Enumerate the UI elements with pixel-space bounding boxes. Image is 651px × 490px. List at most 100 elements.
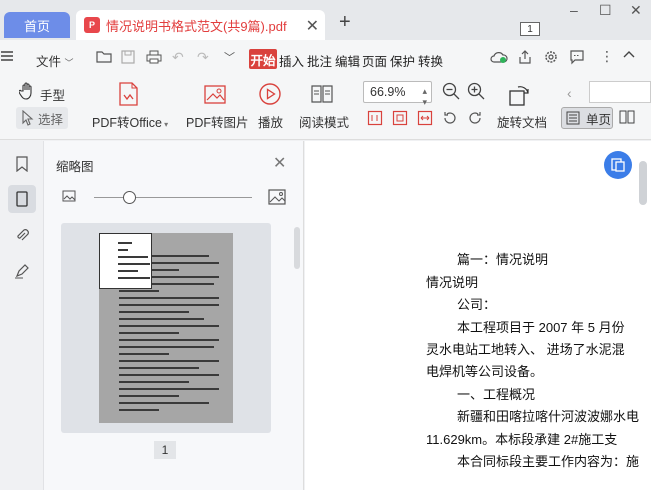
zoom-out-icon[interactable] — [442, 82, 460, 103]
more-options-icon[interactable]: ⋮ — [600, 48, 614, 65]
zoom-value: 66.9% — [370, 85, 406, 99]
doc-line: 灵水电站工地转入、 进场了水泥混 — [426, 342, 625, 357]
side-icon-strip — [0, 141, 44, 490]
actual-size-icon[interactable] — [367, 110, 383, 129]
pdf-to-image-button[interactable]: PDF转图片 — [186, 112, 249, 131]
rotate-left-icon[interactable] — [442, 110, 458, 129]
hamburger-menu-icon[interactable] — [0, 49, 14, 66]
zoom-select[interactable]: 66.9% ▴ ▾ — [363, 81, 432, 107]
hand-tool-icon — [18, 82, 35, 103]
thumbnail-viewport-indicator[interactable] — [99, 233, 152, 289]
thumbnail-panel-title: 缩略图 — [56, 160, 94, 174]
redo-icon[interactable]: ↷ — [197, 49, 209, 66]
doc-line: 情况说明 — [426, 275, 479, 290]
menu-file[interactable]: 文件 ﹀ — [36, 51, 74, 70]
tab-home[interactable]: 首页 — [4, 12, 70, 38]
large-image-icon[interactable] — [268, 189, 286, 208]
new-tab-icon[interactable]: + — [339, 12, 351, 32]
single-page-label: 单页 — [586, 112, 612, 127]
menu-tab-comment[interactable]: 批注 — [307, 51, 332, 70]
menu-tab-start-label: 开始 — [250, 53, 276, 68]
play-icon — [258, 82, 282, 109]
menu-file-label: 文件 — [36, 55, 62, 69]
comment-icon[interactable] — [569, 49, 585, 68]
pdf-to-office-label: PDF转Office — [92, 116, 162, 130]
settings-gear-icon[interactable] — [543, 49, 559, 68]
small-image-icon[interactable] — [62, 190, 76, 205]
menu-tab-insert[interactable]: 插入 — [279, 51, 304, 70]
rotate-right-icon[interactable] — [467, 110, 483, 129]
maximize-icon[interactable]: ☐ — [599, 2, 612, 19]
tab-close-icon[interactable]: ✕ — [306, 16, 319, 36]
search-input[interactable] — [589, 81, 651, 103]
single-page-icon — [566, 111, 580, 125]
doc-line: 一、工程概况 — [457, 387, 536, 402]
tab-document[interactable]: P 情况说明书格式范文(共9篇).pdf ✕ — [76, 10, 325, 40]
undo-icon[interactable]: ↶ — [172, 49, 184, 66]
thumbnail-panel-icon[interactable] — [8, 185, 36, 213]
chevron-left-icon[interactable]: ‹ — [567, 85, 572, 101]
pdf-to-image-icon — [202, 81, 228, 110]
doc-line: 11.629km。本标段承建 2#施工支 — [426, 432, 618, 447]
collapse-ribbon-icon[interactable] — [622, 47, 636, 64]
attachment-icon[interactable] — [8, 221, 36, 249]
doc-line: 新疆和田喀拉喀什河波波娜水电 — [457, 409, 640, 424]
doc-line: 电焊机等公司设备。 — [426, 364, 544, 379]
tab-home-label: 首页 — [23, 18, 50, 34]
window-count-badge[interactable]: 1 — [520, 22, 540, 36]
fit-width-icon[interactable] — [417, 110, 433, 129]
minimize-icon[interactable]: – — [570, 2, 578, 18]
read-mode-button[interactable]: 阅读模式 — [299, 112, 349, 131]
bookmark-icon[interactable] — [8, 150, 36, 178]
menu-tab-edit[interactable]: 编辑 — [335, 51, 360, 70]
pdf-to-office-button[interactable]: PDF转Office ▾ — [92, 112, 168, 131]
zoom-in-icon[interactable] — [467, 82, 485, 103]
slider-handle[interactable] — [123, 191, 137, 204]
play-button[interactable]: 播放 — [258, 112, 283, 131]
tab-bar: 首页 P 情况说明书格式范文(共9篇).pdf ✕ + 1 – ☐ ✕ — [0, 0, 651, 40]
page-thumbnail[interactable] — [61, 223, 271, 433]
hand-tool-button[interactable]: 手型 — [40, 85, 65, 104]
close-icon[interactable]: ✕ — [273, 153, 286, 173]
thumbnail-size-slider[interactable] — [94, 197, 252, 198]
menu-tab-page[interactable]: 页面 — [362, 51, 387, 70]
pdf-file-icon: P — [84, 17, 100, 33]
signature-icon[interactable] — [8, 257, 36, 285]
save-icon[interactable] — [121, 50, 135, 67]
read-mode-icon — [310, 83, 334, 108]
cursor-icon — [22, 110, 34, 126]
thumbnail-page-image — [99, 233, 233, 423]
document-tool-icon — [611, 158, 625, 172]
single-page-button[interactable]: 单页 — [561, 107, 613, 129]
menu-tab-start[interactable]: 开始 — [249, 49, 277, 69]
print-icon[interactable] — [146, 50, 162, 67]
document-view[interactable]: 篇一：情况说明 情况说明 公司： 本工程项目于 2007 年 5 月份 灵水电站… — [305, 141, 651, 490]
fit-page-icon[interactable] — [392, 110, 408, 129]
select-tool-label: 选择 — [38, 112, 64, 127]
doc-line: 本工程项目于 2007 年 5 月份 — [457, 320, 625, 335]
thumbnail-scrollbar[interactable] — [294, 227, 300, 269]
open-folder-icon[interactable] — [96, 50, 112, 67]
thumbnail-panel: 缩略图 ✕ 1 — [44, 141, 304, 490]
cloud-sync-icon[interactable] — [490, 50, 508, 67]
doc-line: 本合同标段主要工作内容为：施 — [457, 454, 640, 469]
select-tool-button[interactable]: 选择 — [16, 107, 68, 129]
rotate-document-icon — [507, 83, 533, 110]
doc-line: 公司： — [457, 297, 497, 312]
two-page-icon[interactable] — [619, 109, 635, 128]
menu-tab-convert[interactable]: 转换 — [418, 51, 443, 70]
translate-float-button[interactable] — [604, 151, 632, 179]
close-window-icon[interactable]: ✕ — [630, 2, 642, 19]
document-scrollbar[interactable] — [639, 161, 647, 205]
chevron-down-icon: ▴ ▾ — [422, 86, 427, 107]
page-number-label: 1 — [154, 441, 176, 459]
share-icon[interactable] — [517, 49, 533, 68]
page-number: 1 — [161, 443, 169, 457]
rotate-document-button[interactable]: 旋转文档 — [497, 112, 547, 131]
menu-tab-protect[interactable]: 保护 — [390, 51, 415, 70]
tab-document-title: 情况说明书格式范文(共9篇).pdf — [106, 18, 287, 34]
window-count: 1 — [527, 23, 533, 35]
pdf-to-office-icon — [116, 81, 142, 110]
more-dropdown-icon[interactable]: ﹀ — [224, 49, 235, 65]
doc-line: 篇一：情况说明 — [457, 252, 549, 267]
